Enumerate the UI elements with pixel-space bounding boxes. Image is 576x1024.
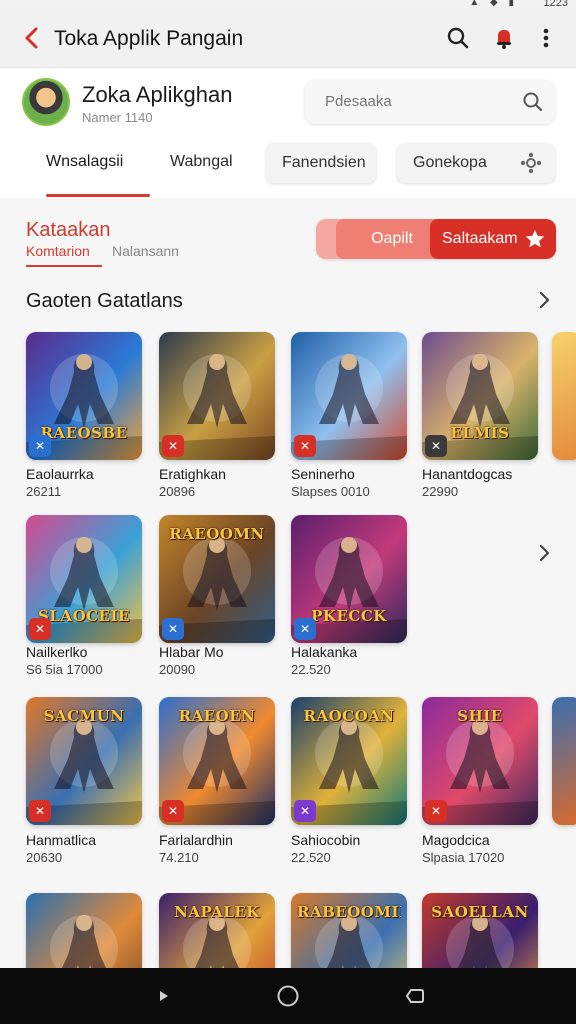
- game-name: Sahiocobin: [291, 832, 361, 848]
- game-tile[interactable]: PKECCK ✕: [291, 515, 407, 643]
- category-tab-active[interactable]: Komtarion: [26, 243, 90, 259]
- settings-icon: [520, 152, 542, 174]
- game-meta: Slapses 0010: [291, 484, 370, 499]
- recents-icon[interactable]: [402, 982, 430, 1010]
- game-meta: 20896: [159, 484, 196, 499]
- game-meta: Slpasia 17020: [422, 850, 505, 865]
- back-arrow-icon[interactable]: [18, 24, 46, 52]
- game-name: Hlabar Mo: [159, 644, 224, 660]
- game-tile[interactable]: ELMIS ✕: [422, 332, 538, 460]
- tab-wabngal[interactable]: Wabngal: [170, 153, 233, 171]
- search-input[interactable]: Pdesaaka: [305, 80, 555, 124]
- game-tile[interactable]: SACMUN ✕: [26, 697, 142, 825]
- game-tile[interactable]: SHIE ✕: [422, 697, 538, 825]
- profile-header: Zoka Aplikghan Namer 1140 Pdesaaka Wnsal…: [0, 68, 576, 198]
- game-meta: 20630: [26, 850, 63, 865]
- game-tile[interactable]: RAEOOMN ✕: [159, 515, 275, 643]
- profile-name: Zoka Aplikghan: [82, 82, 233, 107]
- system-nav-bar: [0, 968, 576, 1024]
- chip-fanendsien[interactable]: Fanendsien: [266, 143, 376, 183]
- game-name: Farlalardhin: [159, 832, 233, 848]
- game-badge-icon: ✕: [294, 435, 316, 457]
- category-tab-other[interactable]: Nalansann: [112, 243, 179, 259]
- search-icon[interactable]: [521, 90, 545, 114]
- game-badge-icon: ✕: [425, 435, 447, 457]
- status-icons: ▲ ◆ ▮: [469, 0, 518, 8]
- game-badge-icon: ✕: [294, 800, 316, 822]
- app-bar: Toka Applik Pangain: [0, 10, 576, 68]
- game-title-art: NAPALEK: [174, 903, 260, 921]
- game-name: Hanantdogcas: [422, 466, 513, 482]
- notification-icon[interactable]: [490, 24, 518, 52]
- game-title-art: SACMUN: [43, 707, 125, 725]
- chip-label: Fanendsien: [282, 154, 366, 171]
- segmented-control: Oapilt Saltaakam: [316, 219, 556, 259]
- game-tile[interactable]: RAEOEN ✕: [159, 697, 275, 825]
- status-bar: ▲ ◆ ▮ 1223: [0, 0, 576, 10]
- game-meta: 22.520: [291, 662, 331, 677]
- game-tile[interactable]: RAOCOAN ✕: [291, 697, 407, 825]
- category-section: Kataakan Komtarion Nalansann Oapilt Salt…: [0, 199, 576, 279]
- status-time: 1223: [543, 0, 568, 9]
- game-meta: 26211: [26, 484, 62, 499]
- game-badge-icon: ✕: [294, 618, 316, 640]
- chip-gonekopa[interactable]: Gonekopa: [397, 143, 555, 183]
- search-placeholder: Pdesaaka: [325, 93, 392, 110]
- active-tab-indicator: [46, 194, 150, 197]
- game-meta: S6 5ia 17000: [26, 662, 103, 677]
- game-tile[interactable]: SLAOCEIE ✕: [26, 515, 142, 643]
- game-name: Nailkerlko: [26, 644, 88, 660]
- category-underline: [26, 265, 102, 267]
- more-vertical-icon[interactable]: [532, 24, 560, 52]
- tab-wnsalagsii[interactable]: Wnsalagsii: [46, 153, 123, 171]
- game-title-art: RAOCOAN: [303, 707, 395, 725]
- game-meta: 74.210: [159, 850, 199, 865]
- back-triangle-icon[interactable]: [150, 982, 178, 1010]
- chip-label: Gonekopa: [413, 154, 487, 171]
- star-icon: [525, 229, 545, 248]
- game-title-art: SHIE: [457, 707, 503, 725]
- profile-subtitle: Namer 1140: [82, 110, 153, 125]
- segment-saltaakam[interactable]: Saltaakam: [430, 219, 556, 259]
- game-tile[interactable]: RAEOSBE ✕: [26, 332, 142, 460]
- game-tile[interactable]: ✕: [291, 332, 407, 460]
- game-name: Seninerho: [291, 466, 355, 482]
- game-title-art: RABEOOMIN: [297, 903, 401, 921]
- game-meta: 20090: [159, 662, 196, 677]
- game-badge-icon: ✕: [29, 800, 51, 822]
- section-heading: Gaoten Gatatlans: [26, 290, 183, 312]
- game-badge-icon: ✕: [162, 618, 184, 640]
- game-tile[interactable]: ✕: [159, 332, 275, 460]
- game-name: Magodcica: [422, 832, 490, 848]
- game-badge-icon: ✕: [29, 618, 51, 640]
- game-name: Halakanka: [291, 644, 358, 660]
- game-badge-icon: ✕: [425, 800, 447, 822]
- tab-bar: Wnsalagsii Wabngal Fanendsien Gonekopa: [0, 141, 576, 199]
- game-title-art: RAEOEN: [178, 707, 256, 725]
- search-icon[interactable]: [444, 24, 472, 52]
- app-title: Toka Applik Pangain: [54, 27, 244, 50]
- game-badge-icon: ✕: [162, 435, 184, 457]
- avatar[interactable]: [22, 78, 70, 126]
- game-meta: 22990: [422, 484, 459, 499]
- game-badge-icon: ✕: [162, 800, 184, 822]
- segment-label: Saltaakam: [442, 230, 518, 247]
- game-name: Eratighkan: [159, 466, 226, 482]
- game-title-art: RAEOOMN: [169, 525, 265, 543]
- game-name: Hanmatlica: [26, 832, 97, 848]
- game-title-art: SAOELLAN: [431, 903, 529, 921]
- home-circle-icon[interactable]: [274, 982, 302, 1010]
- chevron-right-icon[interactable]: [534, 290, 554, 310]
- game-meta: 22.520: [291, 850, 331, 865]
- game-badge-icon: ✕: [29, 435, 51, 457]
- game-name: Eaolaurrka: [26, 466, 94, 482]
- game-tile-partial[interactable]: [552, 332, 576, 460]
- category-title: Kataakan: [26, 219, 111, 241]
- game-tile-partial[interactable]: [552, 697, 576, 825]
- chevron-right-icon[interactable]: [534, 543, 554, 563]
